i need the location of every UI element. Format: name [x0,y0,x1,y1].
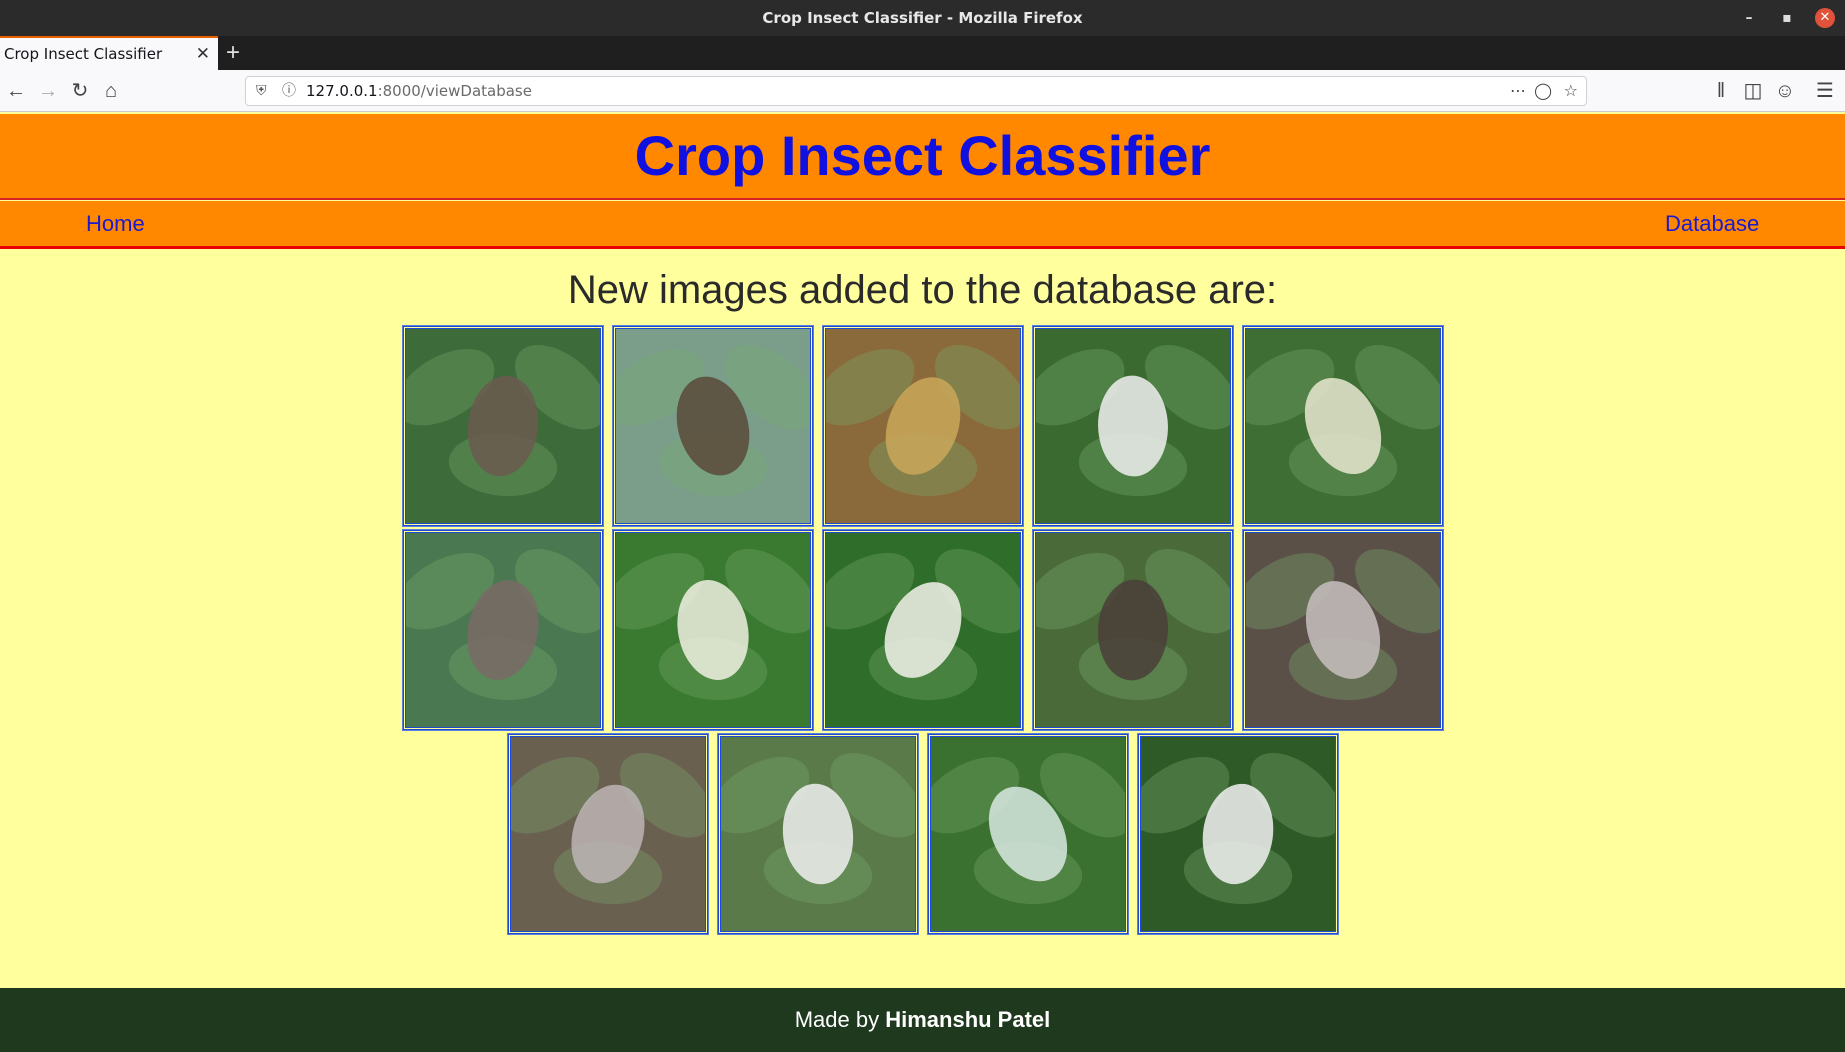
gallery-image [821,325,1024,527]
gallery-row-3 [0,733,1845,935]
back-icon[interactable]: ← [3,78,29,104]
menu-icon[interactable]: ☰ [1812,78,1838,104]
browser-navbar: ← → ↻ ⌂ ⛨ ⓘ 127.0.0.1:8000/viewDatabase … [0,70,1845,112]
gallery-image [611,529,814,731]
page-heading: New images added to the database are: [567,268,1278,312]
nav-database-link[interactable]: Database [1665,201,1759,247]
gallery-image [821,529,1024,731]
page-actions-icon[interactable]: ⋯ [1510,77,1526,105]
home-icon[interactable]: ⌂ [98,78,124,104]
shield-icon[interactable]: ⛨ [256,77,267,105]
gallery-image [1241,529,1444,731]
gallery-image [1031,529,1234,731]
tab-strip: Crop Insect Classifier ✕ + [0,36,1845,70]
pocket-icon[interactable]: ◯ [1534,77,1552,105]
site-footer: Made by Himanshu Patel [0,988,1845,1052]
site-nav: Home Database [0,201,1845,249]
account-icon[interactable]: ☺ [1772,78,1798,104]
gallery-image [1136,733,1339,935]
gallery-image [401,325,604,527]
library-icon[interactable]: ‖ [1708,78,1734,104]
gallery-image [926,733,1129,935]
gallery-row-2 [0,529,1845,731]
site-title: Crop Insect Classifier [634,124,1211,187]
url-bar[interactable]: ⛨ ⓘ 127.0.0.1:8000/viewDatabase ⋯ ◯ ☆ [245,76,1587,106]
footer-prefix: Made by [794,1007,886,1032]
tab-close-icon[interactable]: ✕ [196,38,210,70]
gallery-image [1031,325,1234,527]
gallery-row-1 [0,325,1845,527]
browser-tab[interactable]: Crop Insect Classifier ✕ [0,36,218,70]
nav-home-link[interactable]: Home [86,201,145,247]
gallery-image [1241,325,1444,527]
window-titlebar: Crop Insect Classifier - Mozilla Firefox… [0,0,1845,36]
footer-author: Himanshu Patel [885,1007,1051,1032]
minimize-icon[interactable]: – [1739,8,1759,28]
close-window-icon[interactable]: ✕ [1815,8,1835,28]
new-tab-icon[interactable]: + [226,36,240,70]
url-path: :8000/viewDatabase [377,82,532,100]
reload-icon[interactable]: ↻ [67,78,93,104]
window-title: Crop Insect Classifier - Mozilla Firefox [762,9,1083,27]
site-header: Crop Insect Classifier [0,114,1845,198]
gallery-image [506,733,709,935]
maximize-icon[interactable]: ▪ [1777,8,1797,28]
forward-icon[interactable]: → [35,78,61,104]
window-controls: – ▪ ✕ [1739,0,1835,36]
info-icon[interactable]: ⓘ [282,77,296,105]
page-content: Crop Insect Classifier Home Database New… [0,112,1845,1052]
gallery-image [716,733,919,935]
url-host: 127.0.0.1 [306,82,378,100]
gallery-image [401,529,604,731]
tab-title: Crop Insect Classifier [4,45,163,63]
bookmark-star-icon[interactable]: ☆ [1564,77,1578,105]
gallery-image [611,325,814,527]
header-divider [0,198,1845,200]
sidebar-icon[interactable]: ◫ [1740,78,1766,104]
